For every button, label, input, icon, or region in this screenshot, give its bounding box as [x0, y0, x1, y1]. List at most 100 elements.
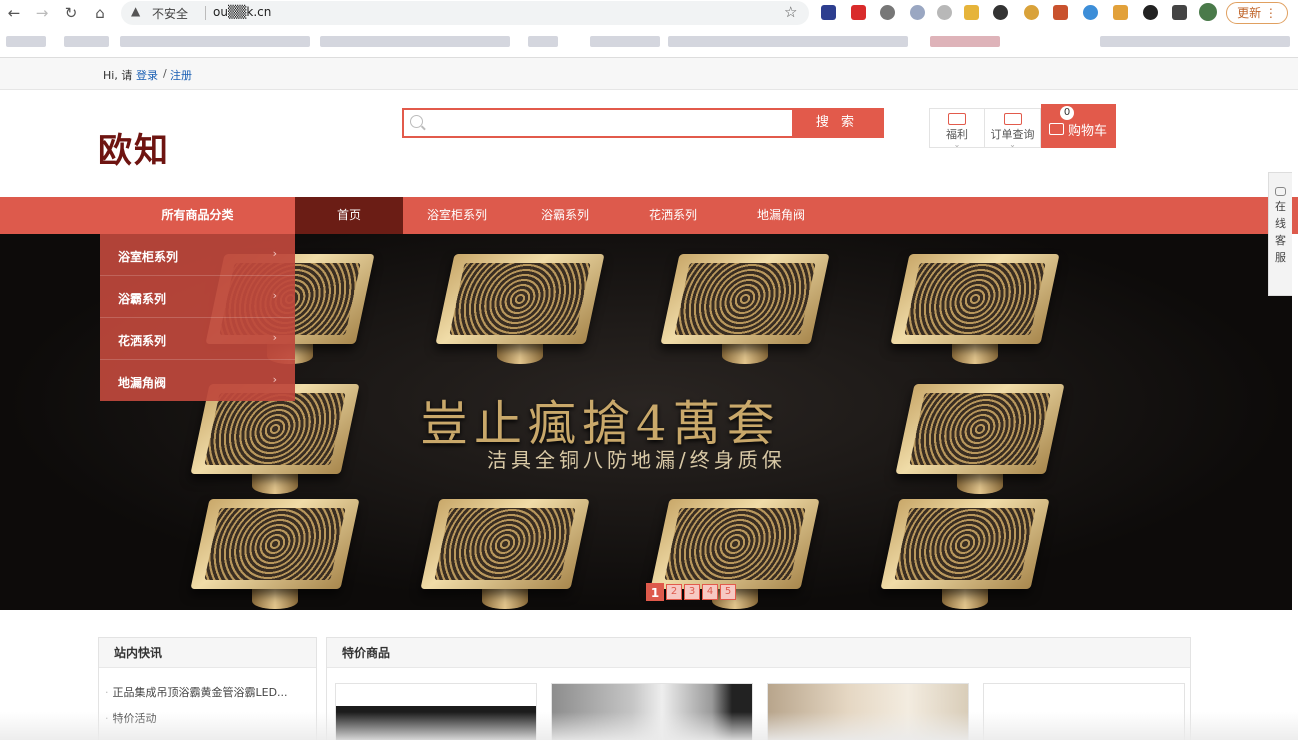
- greeting-text: Hi, 请: [103, 69, 133, 82]
- forward-icon[interactable]: →: [32, 3, 52, 23]
- browser-toolbar: ← → ↻ ⌂ ▲ 不安全 ou▒▒k.cn ☆ 更新 ⋮: [0, 0, 1298, 26]
- cart-count-badge: 0: [1060, 106, 1074, 120]
- search-box: 搜 索: [402, 108, 884, 138]
- bullet-icon: ·: [105, 712, 109, 725]
- deals-panel: 特价商品: [326, 637, 1191, 740]
- back-icon[interactable]: ←: [4, 3, 24, 23]
- site-logo[interactable]: 欧知: [98, 123, 170, 172]
- extension-icon[interactable]: [937, 5, 952, 20]
- bookmark-item[interactable]: [6, 36, 46, 47]
- bookmark-item[interactable]: [1100, 36, 1290, 47]
- product-image: [880, 244, 1070, 394]
- product-card[interactable]: [767, 683, 969, 740]
- product-thumbnail: [552, 684, 752, 740]
- chevron-down-icon: ⌄: [953, 140, 961, 149]
- product-thumbnail: [336, 684, 536, 740]
- bookmark-item[interactable]: [64, 36, 109, 47]
- update-button[interactable]: 更新 ⋮: [1226, 2, 1288, 24]
- service-char: 服: [1275, 251, 1286, 264]
- nav-item-floor-drain[interactable]: 地漏角阀: [727, 197, 835, 234]
- service-char: 线: [1275, 217, 1286, 230]
- extension-icon[interactable]: [1053, 5, 1068, 20]
- chat-bubble-icon: [1275, 187, 1286, 196]
- search-input[interactable]: [428, 110, 788, 136]
- carousel-page-1[interactable]: 1: [646, 583, 664, 601]
- bookmark-item[interactable]: [590, 36, 660, 47]
- service-char: 在: [1275, 200, 1286, 213]
- product-image: [410, 489, 600, 610]
- news-panel-title: 站内快讯: [99, 638, 316, 668]
- extension-icon[interactable]: [880, 5, 895, 20]
- product-image: [425, 244, 615, 394]
- nav-item-bathroom-cabinet[interactable]: 浴室柜系列: [403, 197, 511, 234]
- carousel-page-4[interactable]: 4: [702, 584, 718, 600]
- order-query-button[interactable]: 订单查询 ⌄: [984, 108, 1041, 149]
- extension-icon[interactable]: [821, 5, 836, 20]
- extension-icon[interactable]: [910, 5, 925, 20]
- extension-icon[interactable]: [964, 5, 979, 20]
- puzzle-icon[interactable]: [1172, 5, 1187, 20]
- extension-icon[interactable]: [993, 5, 1008, 20]
- chevron-down-icon: ⌄: [1009, 140, 1016, 149]
- bookmark-item[interactable]: [930, 36, 1000, 47]
- extension-icon[interactable]: [1024, 5, 1039, 20]
- nav-item-shower[interactable]: 花洒系列: [619, 197, 727, 234]
- all-categories-button[interactable]: 所有商品分类: [100, 197, 295, 234]
- news-item-text: 正品集成吊顶浴霸黄金管浴霸LED...: [112, 686, 288, 699]
- category-label: 浴室柜系列: [118, 250, 179, 264]
- home-icon[interactable]: ⌂: [90, 3, 110, 23]
- warning-icon: ▲: [131, 4, 141, 18]
- browser-chrome: ← → ↻ ⌂ ▲ 不安全 ou▒▒k.cn ☆ 更新 ⋮: [0, 0, 1298, 58]
- nav-item-home[interactable]: 首页: [295, 197, 403, 234]
- news-panel: 站内快讯 · 正品集成吊顶浴霸黄金管浴霸LED... · 特价活动: [98, 637, 317, 740]
- category-menu: 浴室柜系列 › 浴霸系列 › 花洒系列 › 地漏角阀 ›: [100, 234, 295, 401]
- reload-icon[interactable]: ↻: [61, 3, 81, 23]
- product-card[interactable]: [983, 683, 1185, 740]
- carousel-page-2[interactable]: 2: [666, 584, 682, 600]
- carousel-pagination: 1 2 3 4 5: [646, 583, 738, 602]
- chevron-right-icon: ›: [272, 373, 277, 386]
- url-text[interactable]: ou▒▒k.cn: [213, 5, 271, 19]
- login-separator: /: [163, 67, 167, 80]
- online-service-tab[interactable]: 在 线 客 服: [1268, 172, 1292, 296]
- cart-button[interactable]: 0 购物车: [1041, 104, 1116, 148]
- bookmark-item[interactable]: [668, 36, 908, 47]
- welfare-button[interactable]: 福利 ⌄: [929, 108, 985, 149]
- search-button[interactable]: 搜 索: [792, 110, 882, 136]
- extension-icon[interactable]: [1083, 5, 1098, 20]
- nav-item-bath-heater[interactable]: 浴霸系列: [511, 197, 619, 234]
- category-label: 浴霸系列: [118, 292, 167, 306]
- bookmark-item[interactable]: [320, 36, 510, 47]
- truck-icon: [1003, 113, 1022, 125]
- news-item[interactable]: · 正品集成吊顶浴霸黄金管浴霸LED...: [105, 684, 288, 700]
- extension-icon[interactable]: [1113, 5, 1128, 20]
- login-link[interactable]: 登录: [136, 67, 158, 83]
- category-label: 花洒系列: [118, 334, 167, 348]
- product-card[interactable]: [335, 683, 537, 740]
- product-card[interactable]: [551, 683, 753, 740]
- category-item-shower[interactable]: 花洒系列 ›: [100, 318, 295, 360]
- extension-icon[interactable]: [851, 5, 866, 20]
- extension-icon[interactable]: [1143, 5, 1158, 20]
- bookmark-item[interactable]: [120, 36, 310, 47]
- banner-subtitle: 洁具全铜八防地漏/终身质保: [487, 448, 786, 472]
- ticket-icon: [948, 113, 966, 125]
- service-char: 客: [1275, 234, 1286, 247]
- news-item-text: 特价活动: [112, 712, 157, 725]
- deals-panel-title: 特价商品: [327, 638, 1190, 668]
- bookmark-item[interactable]: [528, 36, 558, 47]
- product-image: [180, 489, 370, 610]
- carousel-page-3[interactable]: 3: [684, 584, 700, 600]
- cart-icon: [1049, 123, 1064, 135]
- cart-label: 购物车: [1068, 124, 1108, 139]
- avatar[interactable]: [1199, 3, 1217, 21]
- category-item-bath-heater[interactable]: 浴霸系列 ›: [100, 276, 295, 318]
- carousel-page-5[interactable]: 5: [720, 584, 736, 600]
- category-label: 地漏角阀: [118, 376, 167, 390]
- address-bar[interactable]: ▲ 不安全 ou▒▒k.cn: [121, 1, 809, 25]
- category-item-floor-drain[interactable]: 地漏角阀 ›: [100, 360, 295, 402]
- category-item-bathroom-cabinet[interactable]: 浴室柜系列 ›: [100, 234, 295, 276]
- bookmark-star-icon[interactable]: ☆: [784, 3, 797, 21]
- news-item[interactable]: · 特价活动: [105, 710, 157, 726]
- register-link[interactable]: 注册: [170, 67, 192, 83]
